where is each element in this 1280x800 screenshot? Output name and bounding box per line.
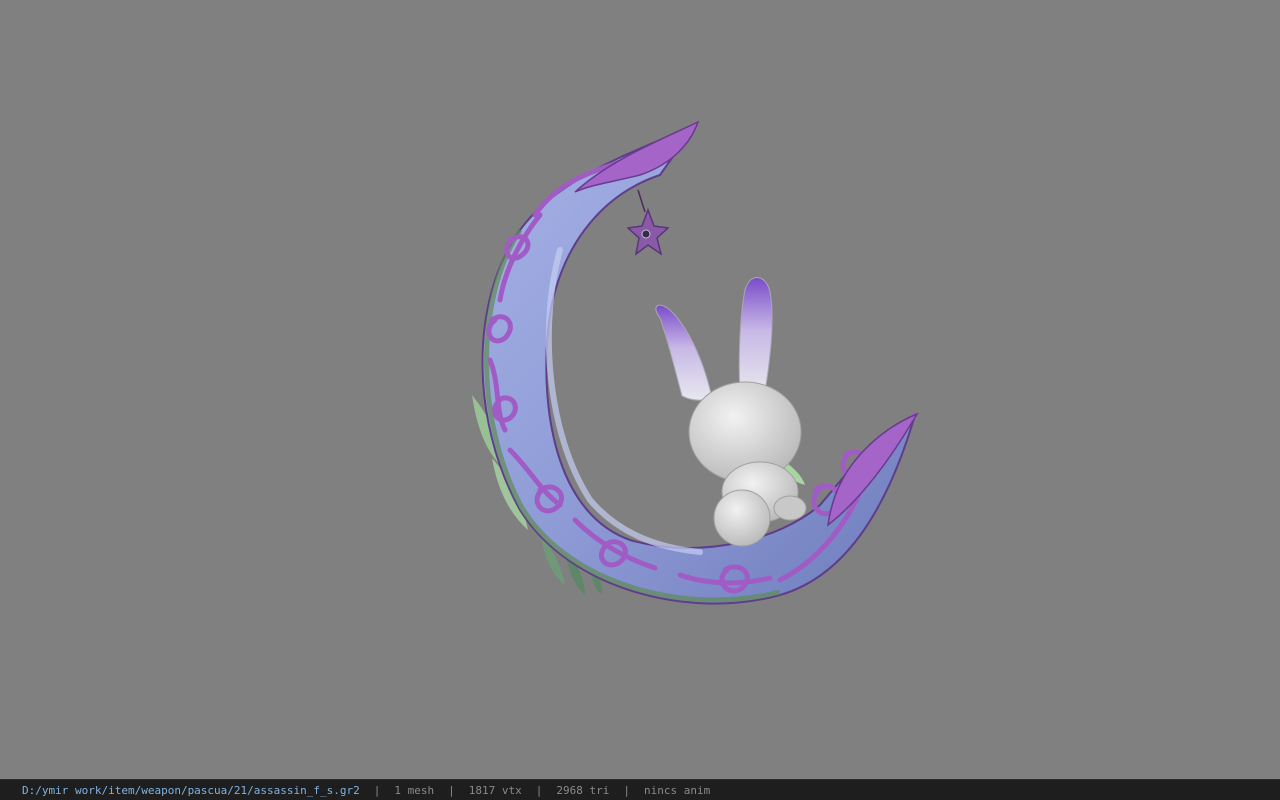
status-separator: | — [623, 783, 630, 797]
star-charm — [626, 189, 670, 256]
mesh-count: 1 mesh — [394, 783, 435, 797]
vertex-count: 1817 vtx — [468, 783, 522, 797]
status-separator: | — [373, 783, 381, 797]
status-bar: D:/ymir work/item/weapon/pascua/21/assas… — [0, 779, 1280, 800]
status-separator: | — [448, 783, 455, 797]
status-separator: | — [535, 783, 543, 797]
animation-status: nincs anim — [643, 783, 711, 797]
file-path: D:/ymir work/item/weapon/pascua/21/assas… — [22, 783, 360, 797]
3d-viewport[interactable] — [0, 0, 1280, 779]
bunny-figure — [655, 277, 807, 547]
model-preview[interactable] — [0, 0, 1280, 779]
triangle-count: 2968 tri — [556, 783, 610, 797]
